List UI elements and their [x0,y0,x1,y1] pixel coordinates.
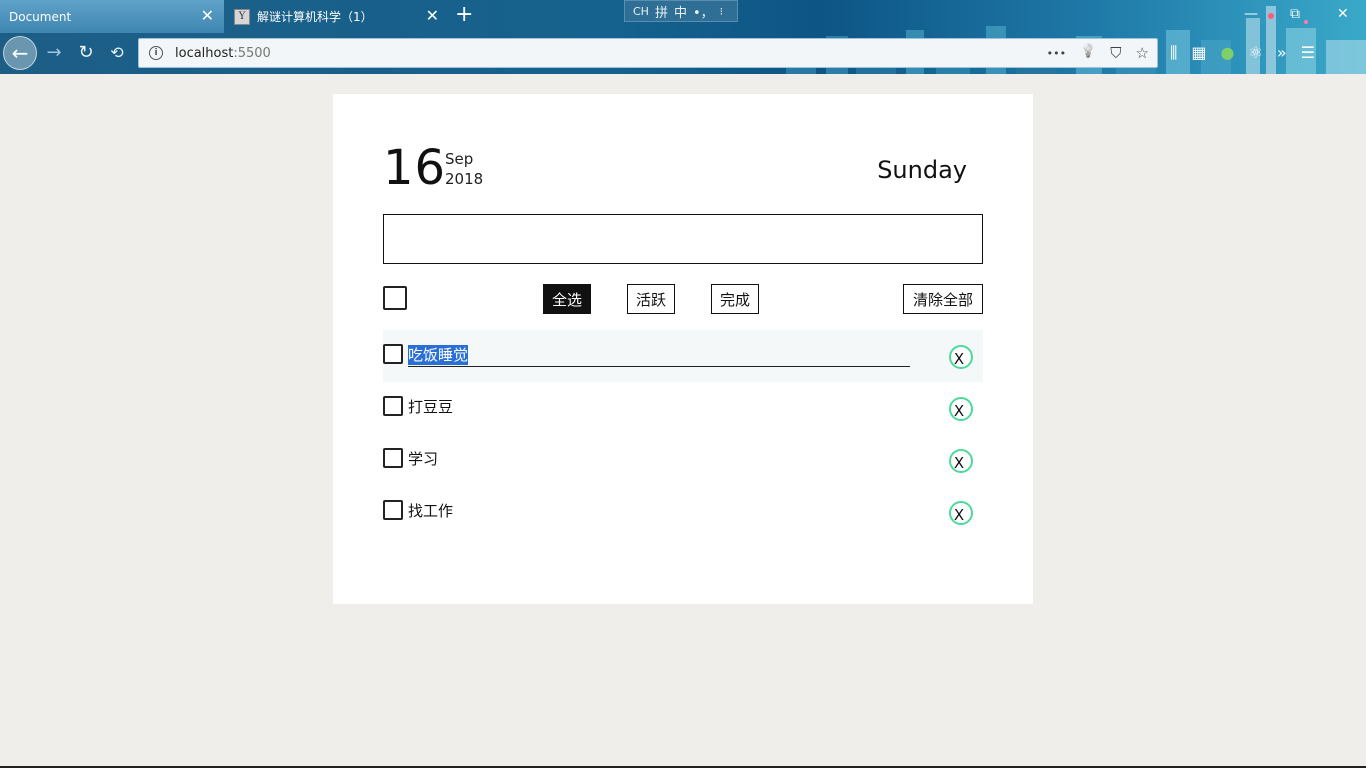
date-day: 16 [383,140,447,196]
overflow-menu-icon[interactable]: » [1277,43,1287,63]
react-devtools-icon[interactable]: ⚛ [1248,43,1262,63]
delete-todo-button[interactable]: X [949,345,973,369]
info-icon[interactable]: i [149,46,163,60]
todo-card: 16 Sep 2018 Sunday 全选 活跃 完成 清除全部 吃饭睡觉 X … [333,94,1033,604]
minimize-icon[interactable]: — [1244,6,1258,22]
todo-checkbox[interactable] [383,448,403,468]
restore-icon[interactable]: ⧉ [1290,6,1300,22]
weekday: Sunday [877,156,967,184]
browser-chrome: Document ✕ Y 解谜计算机科学（1） ✕ + CH 拼 中 •， ⁝ … [0,0,1366,74]
tab-article[interactable]: Y 解谜计算机科学（1） ✕ [225,0,449,33]
todo-text[interactable]: 找工作 [408,501,453,521]
todo-item[interactable]: 吃饭睡觉 X [383,330,983,382]
tab-title: Document [9,9,72,24]
close-window-icon[interactable]: ✕ [1337,6,1349,22]
url-text[interactable]: localhost:5500 [175,46,271,61]
todo-item[interactable]: 学习 X [383,434,983,486]
more-icon[interactable]: ••• [1047,44,1066,62]
address-bar[interactable]: i localhost:5500 ••• 💡 ⛉ ☆ [138,38,1158,68]
navigation-bar: ← → ↻ ⟲ i localhost:5500 ••• 💡 ⛉ ☆ ⫼ ▦ ●… [0,33,1366,74]
forward-arrow-icon[interactable]: → [44,41,64,63]
history-icon[interactable]: ⟲ [107,41,127,63]
pocket-icon[interactable]: ⛉ [1110,44,1121,62]
url-host: localhost [175,45,234,61]
delete-todo-button[interactable]: X [949,501,973,525]
sidebar-icon[interactable]: ▦ [1191,43,1206,63]
clear-all-button[interactable]: 清除全部 [903,284,983,314]
new-tab-button[interactable]: + [455,4,473,26]
todo-checkbox[interactable] [383,396,403,416]
ime-toolbar[interactable]: CH 拼 中 •， ⁝ [624,0,738,22]
delete-todo-button[interactable]: X [949,397,973,421]
ime-punct-label[interactable]: •， [693,2,714,21]
close-tab-icon[interactable]: ✕ [426,8,439,24]
url-port: :5500 [233,45,271,61]
lightbulb-icon[interactable]: 💡 [1080,44,1096,62]
date-year: 2018 [445,170,484,188]
filter-done-button[interactable]: 完成 [711,284,759,314]
todo-checkbox[interactable] [383,344,403,364]
edit-underline [408,366,910,367]
url-actions: ••• 💡 ⛉ ☆ [1047,44,1149,62]
reload-icon[interactable]: ↻ [76,41,96,63]
new-todo-input[interactable] [383,214,983,264]
todo-item[interactable]: 打豆豆 X [383,382,983,434]
ime-mode-label[interactable]: CH [633,5,649,18]
site-favicon-icon: Y [234,8,250,25]
date-month: Sep [445,150,474,168]
tab-document[interactable]: Document ✕ [0,0,224,33]
extension-green-icon[interactable]: ● [1221,43,1235,63]
filter-all-button[interactable]: 全选 [543,284,591,314]
filter-active-button[interactable]: 活跃 [627,284,675,314]
hamburger-menu-icon[interactable]: ☰ [1301,43,1315,63]
todo-checkbox[interactable] [383,500,403,520]
toggle-all-checkbox[interactable] [383,286,407,310]
toolbar-icons: ⫼ ▦ ● ⚛ » ☰ [1170,43,1315,63]
library-icon[interactable]: ⫼ [1170,43,1177,63]
star-icon[interactable]: ☆ [1136,44,1149,62]
todo-list: 吃饭睡觉 X 打豆豆 X 学习 X 找工作 X [383,330,983,538]
ime-char-label[interactable]: 中 [674,2,687,21]
ime-layout-label[interactable]: 拼 [655,2,668,21]
tab-bar: Document ✕ Y 解谜计算机科学（1） ✕ + CH 拼 中 •， ⁝ … [0,0,1366,33]
todo-item[interactable]: 找工作 X [383,486,983,538]
delete-todo-button[interactable]: X [949,449,973,473]
todo-text[interactable]: 学习 [408,449,438,469]
todo-text[interactable]: 打豆豆 [408,397,453,417]
tab-title: 解谜计算机科学（1） [257,10,373,24]
todo-edit-text[interactable]: 吃饭睡觉 [408,345,469,365]
back-arrow-icon[interactable]: ← [3,36,37,70]
close-tab-icon[interactable]: ✕ [201,8,214,24]
ime-more-icon[interactable]: ⁝ [720,5,724,18]
